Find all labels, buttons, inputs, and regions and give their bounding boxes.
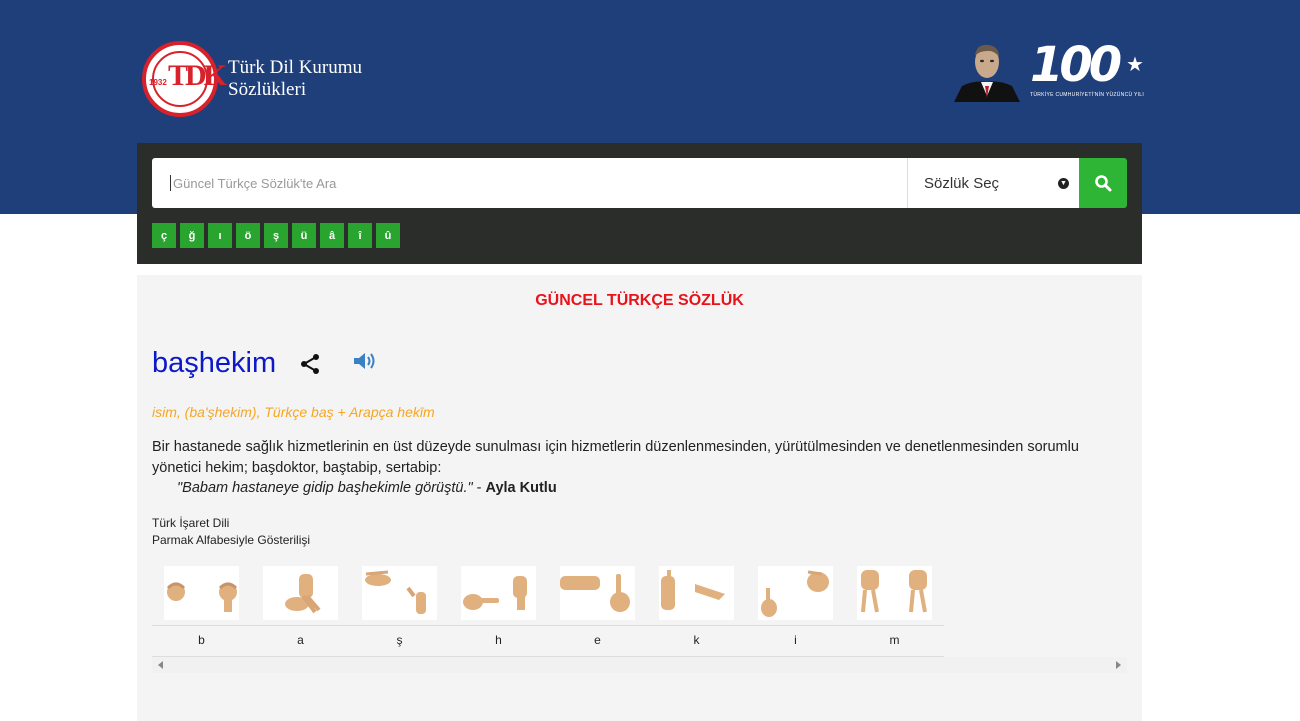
special-char-bar: ç ğ ı ö ş ü â î û: [152, 223, 400, 248]
hand-sign-k-icon: [659, 566, 734, 620]
star-icon: ★: [1126, 54, 1144, 76]
hand-sign-h-icon: [461, 566, 536, 620]
char-button-o[interactable]: ö: [236, 223, 260, 248]
example-author: Ayla Kutlu: [485, 480, 557, 496]
char-button-a-circumflex[interactable]: â: [320, 223, 344, 248]
brand-line-2: Sözlükleri: [228, 79, 307, 100]
sign-letter-row: b a ş h e k i m: [152, 626, 944, 657]
logo-letters: TDK: [168, 59, 227, 92]
sign-letter: m: [889, 633, 900, 647]
speaker-icon[interactable]: [352, 350, 378, 372]
hand-sign-b-icon: [164, 566, 239, 620]
centennial-logo: 100 ★ TÜRKİYE CUMHURİYETİ'NİN YÜZÜNCÜ YI…: [1030, 40, 1144, 102]
sign-letter: e: [594, 633, 601, 647]
text-caret: [170, 175, 171, 191]
sign-cell: [350, 564, 449, 626]
share-icon[interactable]: [298, 352, 322, 376]
hand-sign-a-icon: [263, 566, 338, 620]
sign-letter: a: [297, 633, 304, 647]
site-logo[interactable]: 1932 TDK Türk Dil Kurumu Sözlükleri: [142, 41, 362, 117]
sign-cell: [845, 564, 944, 626]
entry-meta: isim, (ba'şhekim), Türkçe baş + Arapça h…: [152, 404, 435, 420]
brand-name: Türk Dil Kurumu Sözlükleri: [228, 57, 362, 101]
tdk-logo-icon: 1932 TDK: [142, 41, 227, 117]
char-button-g[interactable]: ğ: [180, 223, 204, 248]
sign-cell: [647, 564, 746, 626]
ataturk-portrait-icon: [954, 44, 1020, 102]
char-button-i-circumflex[interactable]: î: [348, 223, 372, 248]
hand-sign-i-icon: [758, 566, 833, 620]
search-icon: [1095, 175, 1112, 192]
char-button-i-dotless[interactable]: ı: [208, 223, 232, 248]
brand-line-1: Türk Dil Kurumu: [228, 57, 363, 78]
entry-example: "Babam hastaneye gidip başhekimle görüşt…: [177, 480, 557, 496]
search-input[interactable]: Güncel Türkçe Sözlük'te Ara: [152, 158, 907, 208]
sign-cell: [746, 564, 845, 626]
hand-sign-s-cedilla-icon: [362, 566, 437, 620]
example-separator: -: [472, 480, 486, 496]
dictionary-title: GÜNCEL TÜRKÇE SÖZLÜK: [535, 292, 744, 309]
char-button-u-circumflex[interactable]: û: [376, 223, 400, 248]
search-panel: Güncel Türkçe Sözlük'te Ara Sözlük Seç ▼…: [137, 143, 1142, 264]
sign-cell: [548, 564, 647, 626]
horizontal-scrollbar[interactable]: [152, 657, 1127, 673]
hand-sign-e-icon: [560, 566, 635, 620]
example-text: "Babam hastaneye gidip başhekimle görüşt…: [177, 480, 473, 496]
sign-label-line-2: Parmak Alfabesiyle Gösterilişi: [152, 533, 311, 547]
sign-letter: b: [198, 633, 205, 647]
entry-word: başhekim: [152, 347, 277, 379]
hand-sign-m-icon: [857, 566, 932, 620]
sign-alphabet-table: b a ş h e k i m: [152, 564, 944, 657]
sign-cell: [251, 564, 350, 626]
search-button[interactable]: [1079, 158, 1127, 208]
char-button-s[interactable]: ş: [264, 223, 288, 248]
sign-cell: [152, 564, 251, 626]
scroll-left-icon[interactable]: [158, 661, 163, 669]
word-header: başhekim: [152, 347, 378, 380]
sign-letter: i: [794, 633, 797, 647]
dictionary-select-label: Sözlük Seç: [924, 174, 1000, 192]
scroll-right-icon[interactable]: [1116, 661, 1121, 669]
centennial-caption: TÜRKİYE CUMHURİYETİ'NİN YÜZÜNCÜ YILI: [1030, 92, 1145, 98]
sign-letter: ş: [396, 633, 403, 647]
sign-letter: k: [693, 633, 700, 647]
entry-panel: GÜNCEL TÜRKÇE SÖZLÜK başhekim isim, (ba'…: [137, 275, 1142, 721]
char-button-u[interactable]: ü: [292, 223, 316, 248]
search-placeholder: Güncel Türkçe Sözlük'te Ara: [173, 175, 337, 191]
entry-definition: Bir hastanede sağlık hizmetlerinin en üs…: [152, 439, 1079, 476]
char-button-c[interactable]: ç: [152, 223, 176, 248]
logo-year: 1932: [149, 78, 167, 87]
sign-label-line-1: Türk İşaret Dili: [152, 516, 230, 530]
sign-letter: h: [495, 633, 502, 647]
sign-image-row: [152, 564, 944, 626]
dictionary-select[interactable]: Sözlük Seç ▼: [907, 158, 1079, 208]
chevron-down-icon: ▼: [1058, 177, 1069, 189]
sign-cell: [449, 564, 548, 626]
sign-language-label: Türk İşaret Dili Parmak Alfabesiyle Göst…: [152, 515, 310, 549]
